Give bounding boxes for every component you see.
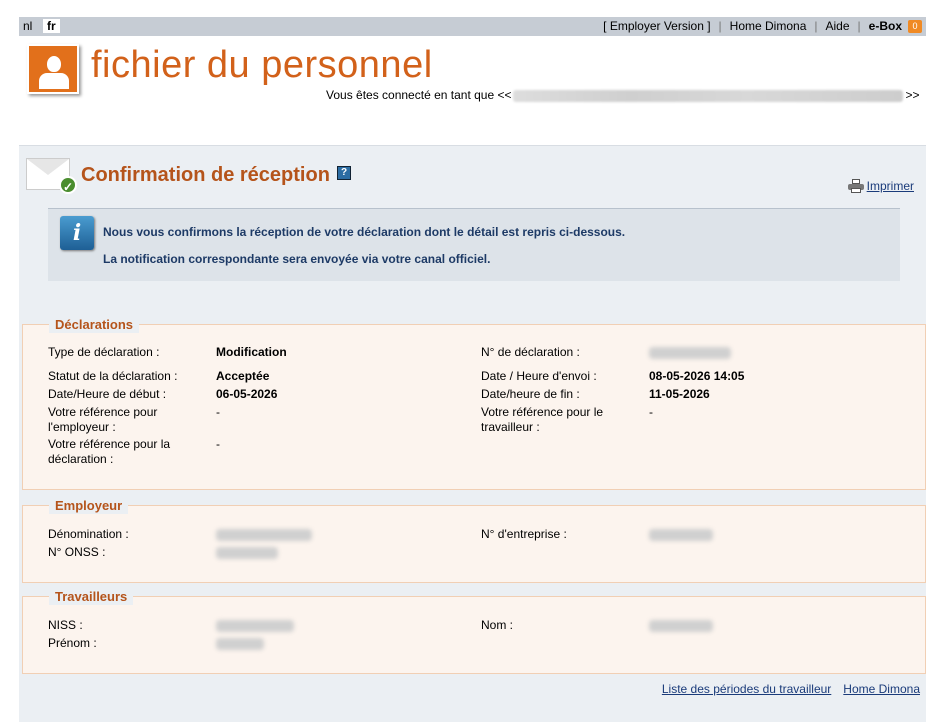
end-date-value: 11-05-2026 [649, 387, 710, 401]
lang-nl-link[interactable]: nl [19, 19, 36, 33]
redacted-onss [216, 547, 278, 559]
status-value: Acceptée [216, 369, 270, 383]
type-value: Modification [216, 345, 287, 359]
worker-reference-label: Votre référence pour le travailleur : [481, 405, 604, 434]
declaration-reference-label: Votre référence pour la déclaration : [48, 437, 171, 466]
app-title: fichier du personnel [91, 44, 433, 86]
start-date-label: Date/Heure de début : [48, 387, 167, 401]
niss-label: NISS : [48, 618, 83, 632]
page-title: Confirmation de réception [81, 164, 330, 186]
separator: | [857, 19, 861, 33]
info-message-box: i Nous vous confirmons la réception de v… [48, 208, 900, 281]
lang-fr-link[interactable]: fr [43, 19, 60, 33]
redacted-first-name [216, 638, 264, 650]
employer-reference-label: Votre référence pour l'employeur : [48, 405, 158, 434]
employer-section: Employeur Dénomination : N° d'entreprise… [22, 498, 926, 583]
enterprise-number-label: N° d'entreprise : [481, 527, 567, 541]
top-links: [ Employer Version ] | Home Dimona | Aid… [603, 19, 922, 33]
worker-periods-link[interactable]: Liste des périodes du travailleur [662, 682, 831, 696]
printer-icon [847, 179, 864, 193]
home-dimona-footer-link[interactable]: Home Dimona [843, 682, 920, 696]
main-panel: ✓ Confirmation de réception ? Imprimer i… [19, 145, 926, 722]
connected-as: Vous êtes connecté en tant que << >> [326, 88, 920, 102]
bottom-links: Liste des périodes du travailleur Home D… [662, 682, 920, 696]
connected-prefix: Vous êtes connecté en tant que << [326, 88, 512, 102]
workers-section: Travailleurs NISS : Nom : Prénom : [22, 589, 926, 674]
aide-link[interactable]: Aide [826, 19, 850, 33]
connected-suffix: >> [905, 88, 920, 102]
redacted-enterprise-number [649, 529, 713, 541]
ebox-link[interactable]: e-Box [869, 19, 902, 33]
send-date-label: Date / Heure d'envoi : [481, 369, 597, 383]
status-label: Statut de la déclaration : [48, 369, 178, 383]
employer-legend: Employeur [49, 498, 129, 514]
print-button[interactable]: Imprimer [847, 179, 914, 193]
info-icon: i [60, 216, 94, 250]
start-date-value: 06-05-2026 [216, 387, 278, 401]
denomination-label: Dénomination : [48, 527, 129, 541]
declarations-section: Déclarations Type de déclaration : Modif… [22, 317, 926, 490]
redacted-declaration-number [649, 347, 731, 359]
declarations-legend: Déclarations [49, 317, 140, 333]
employer-version-link[interactable]: [ Employer Version ] [603, 19, 710, 33]
workers-legend: Travailleurs [49, 589, 134, 605]
redacted-last-name [649, 620, 713, 632]
last-name-label: Nom : [481, 618, 514, 632]
separator: | [814, 19, 818, 33]
help-icon[interactable]: ? [337, 166, 351, 180]
info-message-line2: La notification correspondante sera envo… [103, 252, 491, 266]
page: nl fr [ Employer Version ] | Home Dimona… [0, 0, 939, 725]
worker-reference-value: - [649, 405, 653, 419]
checkmark-icon: ✓ [59, 176, 77, 194]
employer-reference-value: - [216, 405, 220, 419]
person-icon [27, 44, 79, 94]
first-name-label: Prénom : [48, 636, 97, 650]
end-date-label: Date/heure de fin : [481, 387, 580, 401]
redacted-username [513, 89, 904, 102]
ebox-count-badge: 0 [908, 19, 922, 33]
declaration-number-label: N° de déclaration : [481, 345, 580, 359]
print-label: Imprimer [866, 179, 914, 193]
redacted-denomination [216, 529, 312, 541]
header: fichier du personnel Vous êtes connecté … [19, 36, 926, 104]
send-date-value: 08-05-2026 14:05 [649, 369, 745, 383]
top-bar: nl fr [ Employer Version ] | Home Dimona… [19, 17, 926, 36]
separator: | [718, 19, 722, 33]
redacted-niss [216, 620, 294, 632]
info-message-line1: Nous vous confirmons la réception de vot… [103, 225, 626, 239]
type-label: Type de déclaration : [48, 345, 160, 359]
onss-label: N° ONSS : [48, 545, 106, 559]
home-dimona-link[interactable]: Home Dimona [730, 19, 807, 33]
declaration-reference-value: - [216, 437, 220, 451]
